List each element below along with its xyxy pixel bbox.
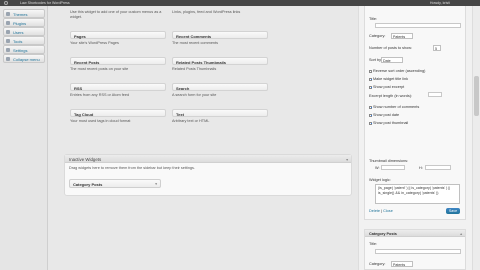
widget-tag-cloud[interactable]: Tag Cloud: [70, 109, 166, 117]
widget-header[interactable]: Category Posts ▴: [365, 230, 465, 237]
widget-description: Entries from any RSS or Atom feed: [70, 93, 130, 97]
plugins-icon: [6, 20, 10, 25]
category-select[interactable]: Patents: [391, 33, 413, 39]
widget-search[interactable]: Search: [172, 83, 268, 91]
sort-by-label: Sort by: [369, 58, 382, 62]
save-button[interactable]: Save: [446, 208, 460, 214]
menu-item-tools[interactable]: Tools: [3, 36, 45, 45]
widget-rss[interactable]: RSS: [70, 83, 166, 91]
menu-item-label: Settings: [13, 47, 28, 53]
checkbox[interactable]: [369, 85, 372, 89]
sort-by-select[interactable]: Date: [381, 57, 403, 63]
menu-item-settings[interactable]: Settings: [3, 45, 45, 54]
widget-description: Use this widget to add one of your custo…: [70, 10, 162, 19]
num-posts-input[interactable]: 5: [433, 45, 441, 51]
check-row[interactable]: Reverse sort order (ascending): [369, 69, 425, 73]
widget-pages[interactable]: Pages: [70, 31, 166, 39]
widget-description: The most recent comments: [172, 41, 219, 45]
inactive-widgets-title: Inactive Widgets: [69, 156, 102, 162]
widget-description: A search form for your site: [172, 93, 217, 97]
available-widgets: Use this widget to add one of your custo…: [66, 6, 271, 136]
wordpress-logo-icon[interactable]: [4, 1, 8, 5]
title-label: Title:: [369, 17, 378, 21]
category-label: Category:: [369, 34, 386, 38]
widget-logic-textarea[interactable]: (is_page( 'patent' ) || is_category( 'pa…: [375, 184, 460, 204]
inactive-widgets-description: Drag widgets here to remove them from th…: [69, 166, 195, 170]
menu-item-label: Users: [13, 29, 24, 35]
scrollbar-thumb[interactable]: [474, 76, 479, 116]
category-posts-widget-2: Category Posts ▴ Title: Category: Patent…: [364, 229, 466, 270]
check-row[interactable]: Show post thumbnail: [369, 121, 408, 125]
category-posts-widget-form: Title: Category: Patents Number of posts…: [364, 6, 466, 220]
collapse-icon: [6, 56, 10, 61]
chevron-down-icon[interactable]: ▾: [155, 182, 157, 186]
widget-recent-posts[interactable]: Recent Posts: [70, 57, 166, 65]
chevron-down-icon[interactable]: ▾: [346, 157, 348, 162]
widget-title: Category Posts: [369, 231, 397, 236]
check-row[interactable]: Show post excerpt: [369, 85, 404, 89]
settings-icon: [6, 47, 10, 52]
form-actions: Delete | Close: [369, 209, 393, 213]
delete-link[interactable]: Delete: [369, 209, 380, 213]
title-input[interactable]: [375, 23, 461, 28]
checkbox-label: Show post thumbnail: [373, 121, 409, 125]
users-icon: [6, 29, 10, 34]
checkbox[interactable]: [369, 105, 372, 109]
thumb-width-input[interactable]: [381, 165, 405, 170]
widget-description: Your most used tags in cloud format: [70, 119, 131, 123]
widget-logic-label: Widget logic:: [369, 178, 391, 182]
menu-item-themes[interactable]: Themes: [3, 9, 45, 18]
inactive-widgets-box: Inactive Widgets ▾ Drag widgets here to …: [64, 154, 352, 196]
menu-item-label: Tools: [13, 38, 23, 44]
category-select[interactable]: Patents: [391, 261, 413, 267]
thumb-height-input[interactable]: [425, 165, 451, 170]
chevron-up-icon[interactable]: ▴: [460, 232, 462, 236]
page-scrollbar[interactable]: [472, 6, 480, 270]
checkbox[interactable]: [369, 113, 372, 117]
menu-item-label: Collapse menu: [13, 56, 40, 62]
category-label: Category:: [369, 262, 386, 266]
checkbox-label: Show post date: [373, 113, 400, 117]
tools-icon: [6, 38, 10, 43]
check-row[interactable]: Show number of comments: [369, 105, 419, 109]
widget-title: Category Posts: [73, 182, 103, 187]
menu-item-users[interactable]: Users: [3, 27, 45, 36]
check-row[interactable]: Make widget title link: [369, 77, 408, 81]
widget-recent-comments[interactable]: Recent Comments: [172, 31, 268, 39]
account-greeting[interactable]: Howdy, kristi: [430, 1, 450, 5]
widget-description: Arbitrary text or HTML: [172, 119, 210, 123]
widget-text[interactable]: Text: [172, 109, 268, 117]
checkbox[interactable]: [369, 77, 372, 81]
widget-description: Your site's WordPress Pages: [70, 41, 119, 45]
menu-item-plugins[interactable]: Plugins: [3, 18, 45, 27]
admin-side-menu: Themes Plugins Users Tools Settings Coll…: [0, 6, 48, 270]
checkbox-label: Make widget title link: [373, 77, 409, 81]
inactive-widget-category-posts[interactable]: Category Posts ▾: [69, 179, 161, 188]
widget-description: Links, plugins, feed and WordPress links: [172, 10, 241, 14]
menu-item-label: Themes: [13, 11, 28, 17]
close-link[interactable]: Close: [383, 209, 393, 213]
menu-item-label: Plugins: [13, 20, 27, 26]
excerpt-length-label: Excerpt length (in words):: [369, 94, 413, 98]
widget-related-posts-thumbnails[interactable]: Related Posts Thumbnails: [172, 57, 268, 65]
checkbox[interactable]: [369, 69, 372, 73]
thumbnail-dimensions-label: Thumbnail dimensions:: [369, 159, 409, 163]
checkbox[interactable]: [369, 121, 372, 125]
thumb-height-label: H:: [419, 166, 423, 170]
widget-description: The most recent posts on your site: [70, 67, 129, 71]
checkbox-label: Show number of comments: [373, 105, 420, 109]
menu-item-collapse[interactable]: Collapse menu: [3, 54, 45, 63]
check-row[interactable]: Show post date: [369, 113, 399, 117]
checkbox-label: Reverse sort order (ascending): [373, 69, 426, 73]
title-input[interactable]: [375, 249, 461, 254]
thumb-width-label: W:: [375, 166, 380, 170]
num-posts-label: Number of posts to show:: [369, 46, 413, 50]
inactive-widgets-header[interactable]: Inactive Widgets ▾: [65, 155, 351, 163]
widget-description: Related Posts Thumbnails: [172, 67, 217, 71]
site-name-link[interactable]: Law Shortcodes for WordPress: [20, 1, 70, 5]
title-label: Title:: [369, 242, 378, 246]
excerpt-length-input[interactable]: [428, 92, 442, 97]
checkbox-label: Show post excerpt: [373, 85, 405, 89]
themes-icon: [6, 11, 10, 16]
